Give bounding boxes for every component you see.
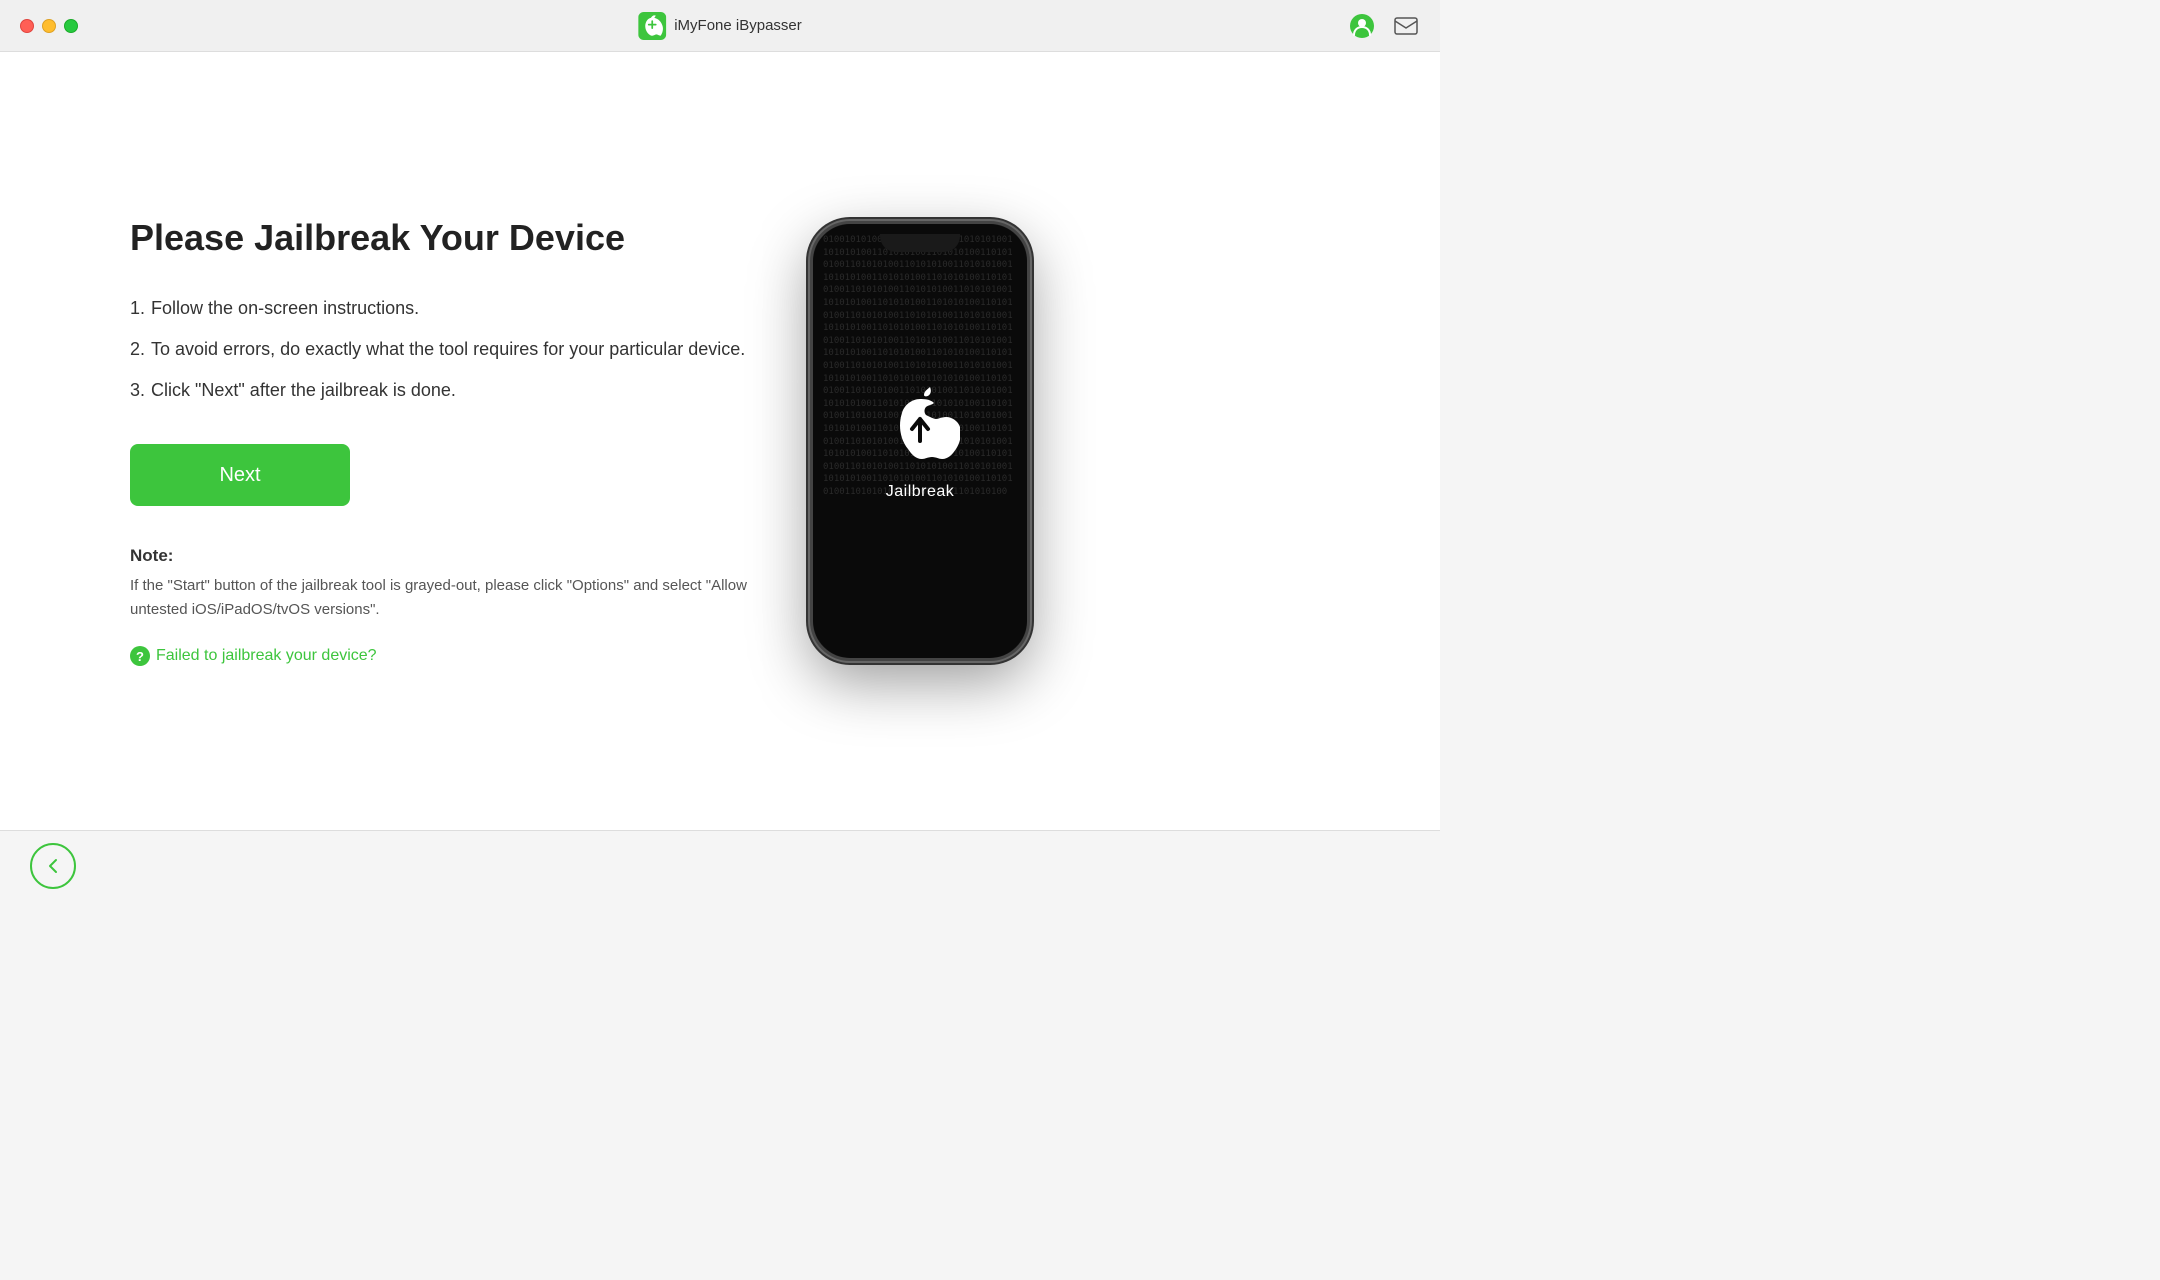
- failed-link-text: Failed to jailbreak your device?: [156, 647, 377, 665]
- mail-icon: [1394, 17, 1418, 35]
- note-section: Note: If the "Start" button of the jailb…: [130, 546, 750, 622]
- left-panel: Please Jailbreak Your Device 1. Follow t…: [130, 216, 750, 666]
- phone-screen: 0100101010011010101001001101010100110101…: [813, 224, 1027, 658]
- title-bar: iMyFone iBypasser: [0, 0, 1440, 52]
- list-item: 2. To avoid errors, do exactly what the …: [130, 336, 750, 363]
- list-item-num: 2.: [130, 336, 145, 363]
- jailbreak-apple-icon: [880, 381, 960, 471]
- failed-jailbreak-link[interactable]: ? Failed to jailbreak your device?: [130, 646, 750, 666]
- app-title: iMyFone iBypasser: [674, 17, 802, 34]
- note-text: If the "Start" button of the jailbreak t…: [130, 574, 750, 622]
- jailbreak-icon-container: Jailbreak: [880, 381, 960, 501]
- mail-button[interactable]: [1392, 12, 1420, 40]
- window-controls: [20, 19, 78, 33]
- back-button[interactable]: [30, 843, 76, 889]
- user-icon: [1349, 13, 1375, 39]
- list-item-text: Click "Next" after the jailbreak is done…: [151, 377, 456, 404]
- list-item-text: To avoid errors, do exactly what the too…: [151, 336, 745, 363]
- title-right-icons: [1348, 12, 1420, 40]
- right-panel: 0100101010011010101001001101010100110101…: [810, 221, 1030, 661]
- phone-frame: 0100101010011010101001001101010100110101…: [810, 221, 1030, 661]
- bottom-bar: [0, 830, 1440, 900]
- maximize-button[interactable]: [64, 19, 78, 33]
- jailbreak-label: Jailbreak: [886, 483, 955, 501]
- list-item: 3. Click "Next" after the jailbreak is d…: [130, 377, 750, 404]
- page-title: Please Jailbreak Your Device: [130, 216, 750, 259]
- note-title: Note:: [130, 546, 750, 566]
- list-item-num: 3.: [130, 377, 145, 404]
- user-profile-button[interactable]: [1348, 12, 1376, 40]
- app-logo-icon: [638, 12, 666, 40]
- main-content: Please Jailbreak Your Device 1. Follow t…: [0, 52, 1440, 830]
- next-button[interactable]: Next: [130, 444, 350, 506]
- list-item-num: 1.: [130, 295, 145, 322]
- help-icon: ?: [130, 646, 150, 666]
- minimize-button[interactable]: [42, 19, 56, 33]
- instructions-list: 1. Follow the on-screen instructions. 2.…: [130, 295, 750, 404]
- list-item-text: Follow the on-screen instructions.: [151, 295, 419, 322]
- back-arrow-icon: [43, 856, 63, 876]
- title-center: iMyFone iBypasser: [638, 12, 802, 40]
- list-item: 1. Follow the on-screen instructions.: [130, 295, 750, 322]
- phone-notch: [880, 234, 960, 252]
- close-button[interactable]: [20, 19, 34, 33]
